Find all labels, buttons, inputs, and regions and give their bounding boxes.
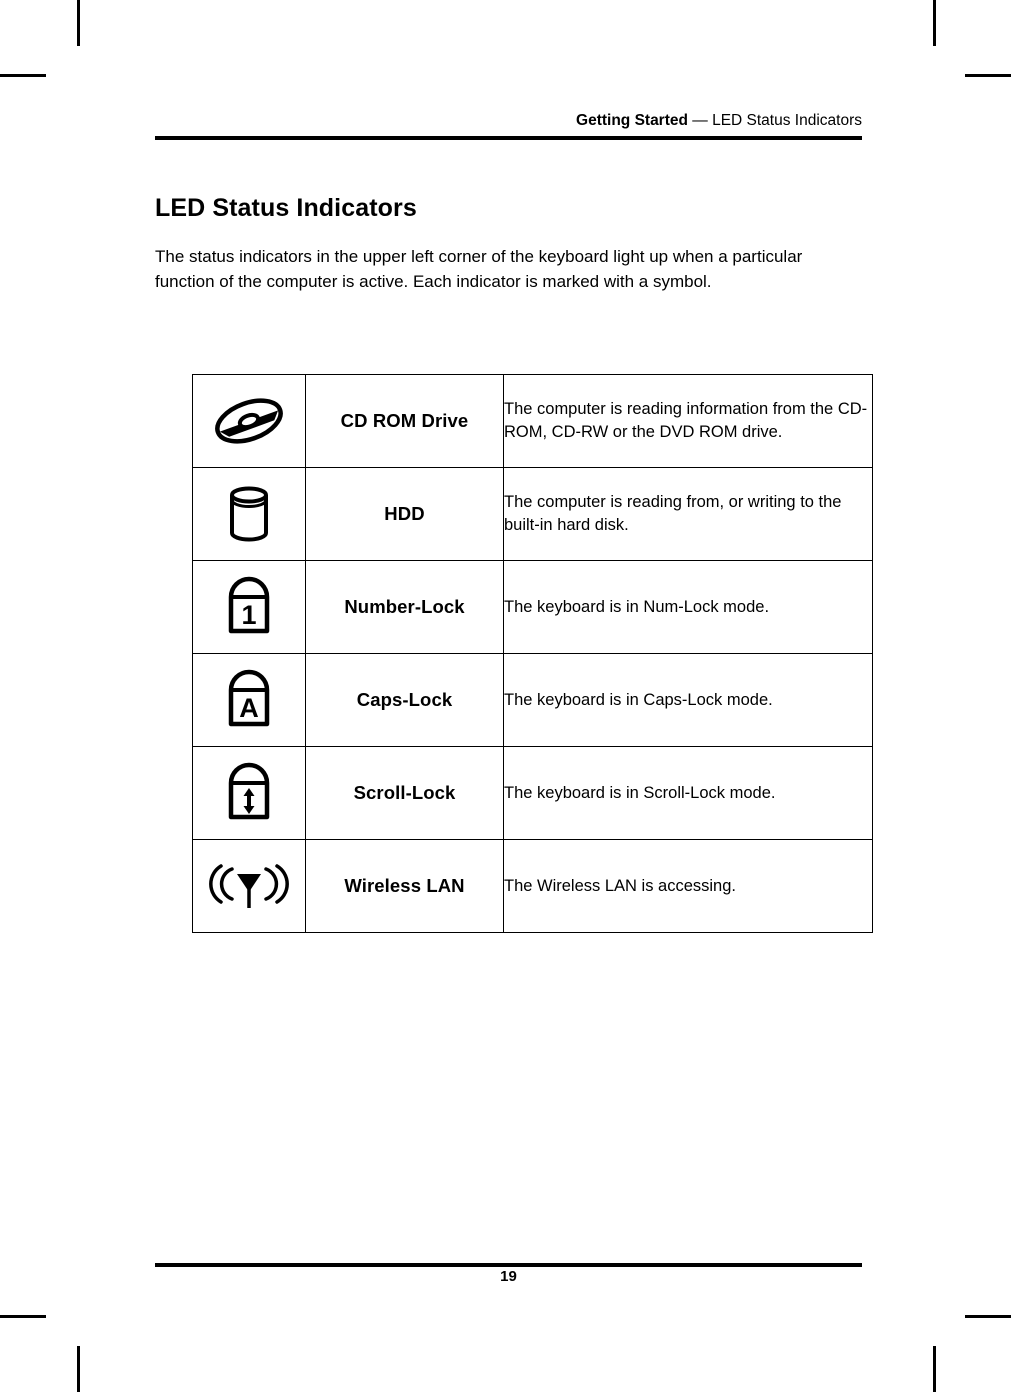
page-title: LED Status Indicators [155, 193, 417, 222]
number-lock-padlock-icon: 1 [224, 575, 274, 639]
page-content: Getting Started — LED Status Indicators … [155, 0, 873, 1392]
indicator-label: HDD [305, 467, 504, 561]
indicator-description: The computer is reading information from… [503, 374, 873, 468]
wireless-lan-antenna-icon [208, 860, 290, 912]
running-header-topic: — LED Status Indicators [687, 112, 862, 129]
indicator-icon-cell [192, 374, 306, 468]
indicator-label: CD ROM Drive [305, 374, 504, 468]
indicator-description: The computer is reading from, or writing… [503, 467, 873, 561]
crop-mark-bottom-right-vertical [933, 1346, 936, 1392]
running-header: Getting Started — LED Status Indicators [155, 112, 862, 130]
cd-rom-disc-icon [210, 393, 288, 449]
padlock-glyph: 1 [241, 600, 256, 630]
header-rule [155, 136, 862, 140]
indicator-label: Scroll-Lock [305, 746, 504, 840]
crop-mark-top-left-vertical [77, 0, 80, 46]
indicator-icon-cell [192, 839, 306, 933]
crop-mark-top-left-horizontal [0, 74, 46, 77]
up-down-arrow-glyph [243, 788, 255, 814]
indicator-description: The Wireless LAN is accessing. [503, 839, 873, 933]
running-header-section: Getting Started [576, 112, 688, 129]
crop-mark-top-right-vertical [933, 0, 936, 46]
indicator-icon-cell [192, 467, 306, 561]
led-indicator-table: CD ROM Drive The computer is reading inf… [192, 374, 873, 933]
indicator-icon-cell: 1 [192, 560, 306, 654]
table-row: HDD The computer is reading from, or wri… [192, 467, 873, 561]
indicator-description: The keyboard is in Caps-Lock mode. [503, 653, 873, 747]
scroll-lock-padlock-icon [224, 761, 274, 825]
intro-paragraph: The status indicators in the upper left … [155, 247, 803, 291]
table-row: Wireless LAN The Wireless LAN is accessi… [192, 839, 873, 933]
indicator-label: Number-Lock [305, 560, 504, 654]
table-row: Scroll-Lock The keyboard is in Scroll-Lo… [192, 746, 873, 840]
table-row: 1 Number-Lock The keyboard is in Num-Loc… [192, 560, 873, 654]
table-row: A Caps-Lock The keyboard is in Caps-Lock… [192, 653, 873, 747]
indicator-label: Caps-Lock [305, 653, 504, 747]
crop-mark-bottom-left-vertical [77, 1346, 80, 1392]
crop-mark-bottom-right-horizontal [965, 1315, 1011, 1318]
page-number: 19 [500, 1268, 517, 1285]
indicator-label: Wireless LAN [305, 839, 504, 933]
crop-mark-top-right-horizontal [965, 74, 1011, 77]
footer-rule [155, 1263, 862, 1267]
indicator-description: The keyboard is in Num-Lock mode. [503, 560, 873, 654]
indicator-icon-cell [192, 746, 306, 840]
table-row: CD ROM Drive The computer is reading inf… [192, 374, 873, 468]
hard-disk-cylinder-icon [226, 485, 272, 543]
indicator-icon-cell: A [192, 653, 306, 747]
indicator-description: The keyboard is in Scroll-Lock mode. [503, 746, 873, 840]
padlock-glyph: A [239, 693, 259, 723]
crop-mark-bottom-left-horizontal [0, 1315, 46, 1318]
caps-lock-padlock-icon: A [224, 668, 274, 732]
